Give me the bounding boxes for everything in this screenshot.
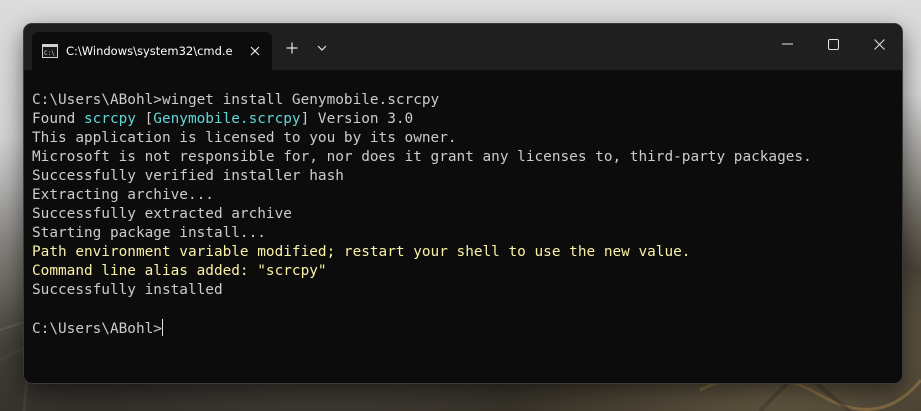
terminal-text: Path environment variable modified; rest… (32, 244, 691, 260)
terminal-line: This application is licensed to you by i… (32, 129, 892, 148)
terminal-text: [ (135, 111, 154, 127)
terminal-line: Successfully verified installer hash (32, 167, 892, 186)
terminal-output[interactable]: C:\Users\ABohl>winget install Genymobile… (32, 91, 892, 371)
tab-cmd[interactable]: C:\ C:\Windows\system32\cmd.e (32, 32, 272, 70)
title-bar[interactable]: C:\ C:\Windows\system32\cmd.e (24, 24, 902, 70)
terminal-text: Microsoft is not responsible for, nor do… (32, 149, 812, 165)
plus-icon[interactable] (280, 36, 304, 60)
close-icon[interactable] (246, 42, 264, 60)
terminal-text: Found (32, 111, 84, 127)
terminal-line: Found scrcpy [Genymobile.scrcpy] Version… (32, 110, 892, 129)
terminal-line: Successfully installed (32, 281, 892, 300)
terminal-window: C:\ C:\Windows\system32\cmd.e C:\Users\A… (24, 24, 902, 383)
terminal-text: Extracting archive... (32, 187, 214, 203)
terminal-text: ] Version 3.0 (300, 111, 414, 127)
terminal-text: Successfully verified installer hash (32, 168, 344, 184)
terminal-line: C:\Users\ABohl>winget install Genymobile… (32, 91, 892, 110)
terminal-text: C:\Users\ABohl>winget install Genymobile… (32, 92, 440, 108)
svg-text:C:\: C:\ (44, 50, 55, 57)
terminal-line: Microsoft is not responsible for, nor do… (32, 148, 892, 167)
terminal-text: This application is licensed to you by i… (32, 130, 457, 146)
close-icon[interactable] (856, 24, 902, 64)
tab-title: C:\Windows\system32\cmd.e (66, 44, 233, 58)
minimize-icon[interactable] (764, 24, 810, 64)
cmd-icon: C:\ (42, 43, 58, 58)
terminal-line: Extracting archive... (32, 186, 892, 205)
terminal-text: C:\Users\ABohl> (32, 321, 162, 337)
terminal-text: Successfully installed (32, 282, 223, 298)
terminal-text: scrcpy (83, 111, 136, 127)
terminal-text: Command line alias added: "scrcpy" (32, 263, 327, 279)
terminal-text: Successfully extracted archive (32, 206, 292, 222)
terminal-line: C:\Users\ABohl> (32, 319, 892, 338)
terminal-line: Command line alias added: "scrcpy" (32, 262, 892, 281)
maximize-icon[interactable] (810, 24, 856, 64)
terminal-text: Starting package install... (32, 225, 266, 241)
text-cursor (161, 319, 163, 336)
terminal-line: Successfully extracted archive (32, 205, 892, 224)
terminal-line: Path environment variable modified; rest… (32, 243, 892, 262)
chevron-down-icon[interactable] (310, 36, 334, 60)
terminal-line: Starting package install... (32, 224, 892, 243)
terminal-text: Genymobile.scrcpy (153, 111, 301, 127)
